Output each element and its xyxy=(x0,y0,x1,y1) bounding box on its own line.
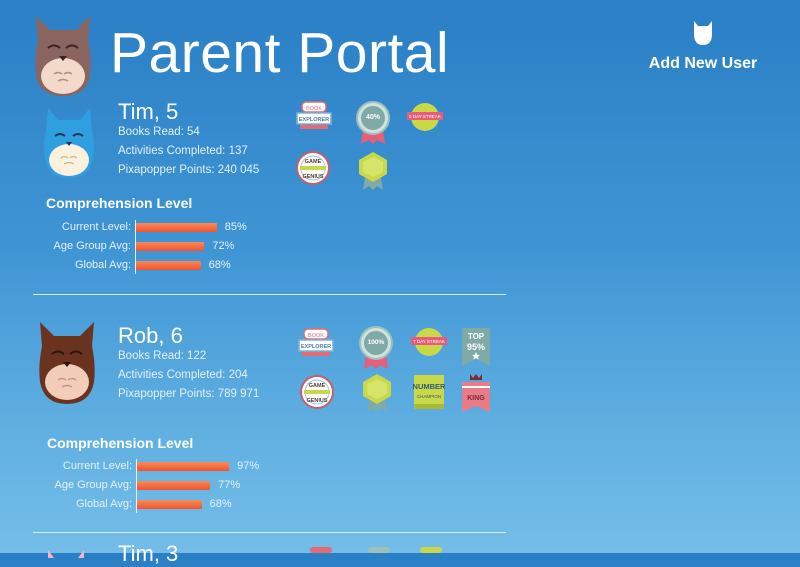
badge-hexagon-ribbon[interactable] xyxy=(360,372,394,414)
comprehension-title: Comprehension Level xyxy=(46,195,193,211)
badge-book-explorer[interactable]: BOOK EXPLORER xyxy=(298,327,334,359)
badge-line1: 40% xyxy=(366,114,381,121)
pixapopper-points: Pixapopper Points: 240 045 xyxy=(118,164,260,176)
badge-day-streak[interactable] xyxy=(416,547,446,553)
current-level-bar xyxy=(136,223,217,232)
global-avg-value: 68% xyxy=(208,259,231,271)
badge-line2: GENIUS xyxy=(302,174,323,180)
add-new-user-label: Add New User xyxy=(648,55,758,72)
section-divider xyxy=(33,532,506,533)
child-name: Rob, 6 xyxy=(118,323,183,348)
badge-line1: BOOK xyxy=(308,333,324,339)
child-avatar-blue-bird[interactable] xyxy=(40,104,98,185)
badge-day-streak[interactable]: 7 DAY STREAK xyxy=(410,326,448,358)
badge-top-percent[interactable]: TOP 95% xyxy=(459,326,493,368)
badge-book-explorer[interactable] xyxy=(306,547,336,553)
badge-line1: GAME xyxy=(309,383,326,389)
current-level-label: Current Level: xyxy=(61,221,131,233)
add-new-user-button[interactable]: Add New User xyxy=(640,20,766,73)
badge-king-ribbon[interactable]: KING xyxy=(459,372,493,414)
badge-line1: BOOK xyxy=(306,106,322,112)
badge-line1: GAME xyxy=(305,159,322,165)
badge-line1: KING xyxy=(467,395,485,402)
badge-line1: 5 DAY STREAK xyxy=(409,114,441,119)
age-group-avg-value: 72% xyxy=(212,240,235,252)
child-name: Tim, 3 xyxy=(118,541,179,566)
current-level-bar xyxy=(137,462,230,471)
current-level-label: Current Level: xyxy=(62,460,132,472)
global-avg-label: Global Avg: xyxy=(75,498,132,510)
child-avatar-pink-owl[interactable] xyxy=(46,545,86,563)
badge-line1: NUMBER xyxy=(413,382,446,391)
badge-game-genius[interactable]: GAME GENIUS xyxy=(294,150,332,186)
badge-line2: 95% xyxy=(467,342,485,352)
current-level-value: 97% xyxy=(237,460,260,472)
global-avg-bar xyxy=(136,261,201,270)
badge-game-genius[interactable]: GAME GENIUS xyxy=(298,374,336,410)
age-group-avg-value: 77% xyxy=(218,479,241,491)
age-group-avg-bar xyxy=(136,242,205,251)
current-level-value: 85% xyxy=(224,221,247,233)
badge-book-explorer[interactable]: BOOK EXPLORER xyxy=(296,100,332,132)
activities-completed: Activities Completed: 204 xyxy=(118,369,248,381)
global-avg-value: 68% xyxy=(209,498,232,510)
global-avg-bar xyxy=(137,500,202,509)
badge-percent-medal[interactable]: 100% xyxy=(358,325,394,371)
badge-percent-medal[interactable]: 40% xyxy=(355,100,391,146)
age-group-avg-label: Age Group Avg: xyxy=(54,479,132,491)
badge-line1: 7 DAY STREAK xyxy=(413,339,445,344)
badge-line2: CHAMPION xyxy=(417,394,441,399)
page-title: Parent Portal xyxy=(110,21,450,85)
age-group-avg-label: Age Group Avg: xyxy=(53,240,131,252)
pixapopper-points: Pixapopper Points: 789 971 xyxy=(118,388,260,400)
header-owl-avatar xyxy=(30,10,96,105)
badge-number-champion[interactable]: NUMBER CHAMPION xyxy=(412,373,446,411)
owl-silhouette-icon xyxy=(692,20,714,51)
section-divider xyxy=(33,294,506,295)
badge-hexagon-ribbon[interactable] xyxy=(356,150,390,192)
badge-line2: GENIUS xyxy=(306,398,327,404)
books-read: Books Read: 54 xyxy=(118,126,200,138)
badge-percent-medal[interactable] xyxy=(364,547,394,553)
global-avg-label: Global Avg: xyxy=(74,259,131,271)
child-name: Tim, 5 xyxy=(118,99,179,124)
child-avatar-brown-owl[interactable] xyxy=(34,320,100,411)
age-group-avg-bar xyxy=(137,481,211,490)
books-read: Books Read: 122 xyxy=(118,350,207,362)
badge-day-streak[interactable]: 5 DAY STREAK xyxy=(406,101,444,133)
badge-line2: EXPLORER xyxy=(301,344,331,350)
activities-completed: Activities Completed: 137 xyxy=(118,145,248,157)
badge-line1: TOP xyxy=(468,332,485,341)
badge-line2: EXPLORER xyxy=(299,117,329,123)
comprehension-title: Comprehension Level xyxy=(47,435,194,451)
badge-line1: 100% xyxy=(368,339,385,346)
